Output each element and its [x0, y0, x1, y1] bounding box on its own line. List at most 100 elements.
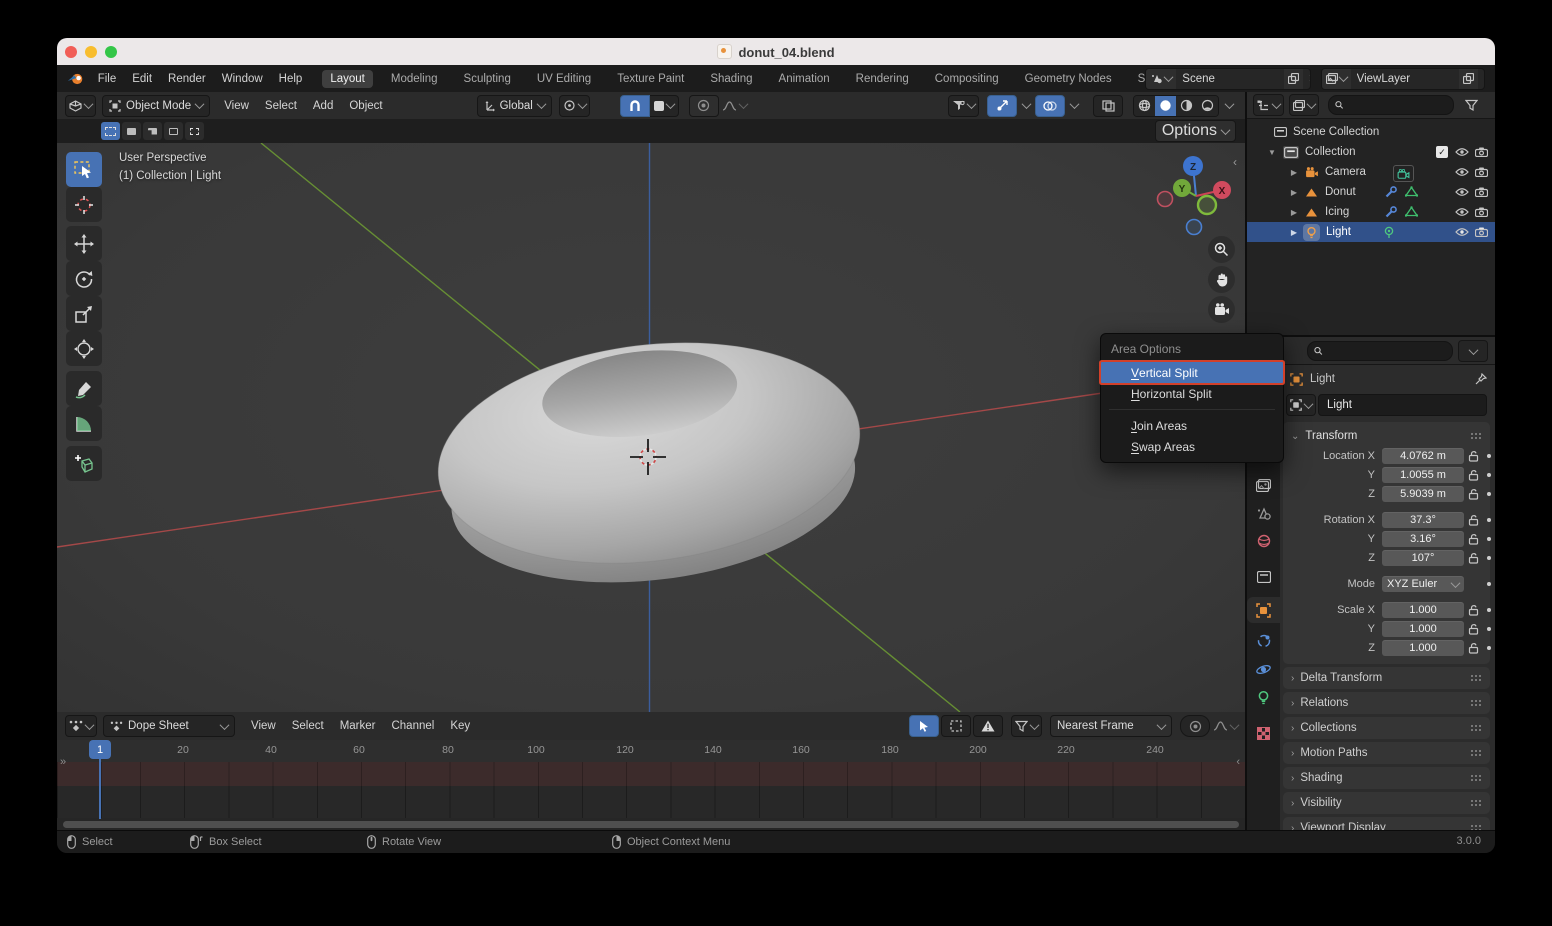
viewport-menu-view[interactable]: View	[224, 100, 249, 112]
disable-render-camera-icon[interactable]	[1475, 147, 1488, 157]
workspace-tab-modeling[interactable]: Modeling	[383, 70, 446, 88]
gizmo-axis-y-neg[interactable]	[1198, 196, 1216, 214]
scene-name-input[interactable]	[1176, 73, 1284, 85]
panel-drag-dots-icon[interactable]	[1470, 724, 1482, 732]
disable-render-camera-icon[interactable]	[1475, 187, 1488, 197]
workspace-tab-uv-editing[interactable]: UV Editing	[529, 70, 599, 88]
animate-dot[interactable]	[1482, 492, 1495, 496]
dopesheet-channels-area[interactable]	[57, 786, 1245, 818]
viewport-menu-add[interactable]: Add	[313, 100, 333, 112]
rotation-z-field[interactable]: 107°	[1382, 550, 1464, 566]
overlays-dropdown[interactable]	[1065, 96, 1083, 116]
tool-cursor[interactable]	[66, 187, 102, 222]
select-mode-extend-button[interactable]	[122, 122, 141, 140]
object-id-dropdown[interactable]	[1286, 394, 1316, 416]
properties-filter-dropdown[interactable]	[1458, 340, 1488, 362]
menu-window[interactable]: Window	[222, 73, 263, 85]
menu-item-swap-areas[interactable]: Swap Areas	[1101, 436, 1283, 457]
workspace-tab-texture-paint[interactable]: Texture Paint	[609, 70, 692, 88]
proportional-editing-toggle[interactable]	[1180, 715, 1210, 737]
playhead-line[interactable]	[99, 759, 101, 819]
tool-scale[interactable]	[66, 296, 102, 331]
scale-z-field[interactable]: 1.000	[1382, 640, 1464, 656]
animate-dot[interactable]	[1482, 608, 1495, 612]
viewport-pan-button[interactable]	[1208, 266, 1235, 293]
tool-annotate[interactable]	[66, 371, 102, 406]
tool-add-cube[interactable]	[66, 446, 102, 481]
tab-object-properties[interactable]	[1247, 597, 1280, 623]
editor-type-dropdown[interactable]	[65, 715, 97, 737]
viewlayer-name-input[interactable]	[1351, 73, 1459, 85]
show-errors-toggle[interactable]	[973, 715, 1003, 737]
disable-render-camera-icon[interactable]	[1475, 207, 1488, 217]
tab-output-properties[interactable]	[1247, 564, 1280, 590]
disable-render-camera-icon[interactable]	[1475, 227, 1488, 237]
donut-mesh[interactable]	[425, 320, 874, 605]
viewlayer-remove-button[interactable]: ✕	[1478, 72, 1485, 85]
outliner-row-scene-collection[interactable]: Scene Collection	[1247, 122, 1495, 142]
outliner-row-collection[interactable]: ▼ Collection ✓	[1247, 142, 1495, 162]
animate-dot[interactable]	[1482, 627, 1495, 631]
panel-drag-dots-icon[interactable]	[1470, 799, 1482, 807]
lock-icon[interactable]	[1464, 450, 1482, 462]
animate-dot[interactable]	[1482, 473, 1495, 477]
rotation-y-field[interactable]: 3.16°	[1382, 531, 1464, 547]
workspace-tab-shading[interactable]: Shading	[702, 70, 760, 88]
timeline-ruler[interactable]: 20 40 60 80 100 120 140 160 180 200 220 …	[57, 740, 1245, 762]
lock-icon[interactable]	[1464, 623, 1482, 635]
outliner-row-light[interactable]: ▶ Light	[1247, 222, 1495, 242]
snap-mode-dropdown[interactable]: Nearest Frame	[1050, 715, 1172, 737]
proportional-editing-toggle[interactable]	[689, 95, 719, 117]
workspace-tab-sculpting[interactable]: Sculpting	[456, 70, 519, 88]
scale-y-field[interactable]: 1.000	[1382, 621, 1464, 637]
tool-move[interactable]	[66, 226, 102, 261]
expand-triangle-icon[interactable]: ▶	[1289, 188, 1299, 197]
tool-transform[interactable]	[66, 331, 102, 366]
panel-drag-dots-icon[interactable]	[1470, 699, 1482, 707]
shading-dropdown[interactable]	[1219, 96, 1239, 116]
expand-triangle-icon[interactable]: ▶	[1289, 168, 1299, 177]
editor-type-dropdown[interactable]	[65, 95, 96, 117]
panel-delta-transform[interactable]: ›Delta Transform	[1283, 667, 1490, 689]
tab-world-properties[interactable]	[1247, 528, 1280, 554]
viewport-menu-select[interactable]: Select	[265, 100, 297, 112]
tool-measure[interactable]	[66, 406, 102, 441]
timeline-scrollbar[interactable]	[63, 821, 1239, 828]
animate-dot[interactable]	[1482, 518, 1495, 522]
expand-channels-arrow[interactable]: »	[60, 756, 66, 768]
panel-motion-paths[interactable]: ›Motion Paths	[1283, 742, 1490, 764]
only-selected-toggle[interactable]	[909, 715, 939, 737]
workspace-tab-geometry-nodes[interactable]: Geometry Nodes	[1017, 70, 1120, 88]
dopesheet-menu-channel[interactable]: Channel	[391, 720, 434, 732]
workspace-tab-rendering[interactable]: Rendering	[848, 70, 917, 88]
expand-triangle-icon[interactable]: ▶	[1289, 208, 1299, 217]
lock-icon[interactable]	[1464, 552, 1482, 564]
panel-visibility[interactable]: ›Visibility	[1283, 792, 1490, 814]
panel-drag-dots-icon[interactable]	[1470, 432, 1482, 440]
collection-checkbox[interactable]: ✓	[1436, 146, 1448, 158]
outliner-row-camera[interactable]: ▶ Camera	[1247, 162, 1495, 182]
outliner-search-input[interactable]	[1348, 98, 1447, 112]
panel-shading[interactable]: ›Shading	[1283, 767, 1490, 789]
dopesheet-menu-marker[interactable]: Marker	[340, 720, 376, 732]
tab-texture-properties[interactable]	[1247, 720, 1280, 746]
gizmo-dropdown[interactable]	[1017, 96, 1035, 116]
scene-unlink-button[interactable]: ✕	[1303, 72, 1310, 85]
hide-viewport-eye-icon[interactable]	[1455, 187, 1469, 197]
show-gizmo-toggle[interactable]	[987, 95, 1017, 117]
expand-triangle-icon[interactable]: ▶	[1289, 228, 1299, 237]
animate-dot[interactable]	[1482, 454, 1495, 458]
tab-scene-properties[interactable]	[1247, 500, 1280, 526]
dopesheet-menu-select[interactable]: Select	[292, 720, 324, 732]
animate-dot[interactable]	[1482, 582, 1495, 586]
outliner-display-mode-dropdown[interactable]	[1253, 94, 1284, 116]
select-mode-new-button[interactable]	[101, 122, 120, 140]
animate-dot[interactable]	[1482, 537, 1495, 541]
panel-collections[interactable]: ›Collections	[1283, 717, 1490, 739]
location-y-field[interactable]: 1.0055 m	[1382, 467, 1464, 483]
disable-render-camera-icon[interactable]	[1475, 167, 1488, 177]
panel-drag-dots-icon[interactable]	[1470, 674, 1482, 682]
shading-material-preview-button[interactable]	[1176, 96, 1197, 116]
menu-help[interactable]: Help	[279, 73, 303, 85]
lock-icon[interactable]	[1464, 604, 1482, 616]
